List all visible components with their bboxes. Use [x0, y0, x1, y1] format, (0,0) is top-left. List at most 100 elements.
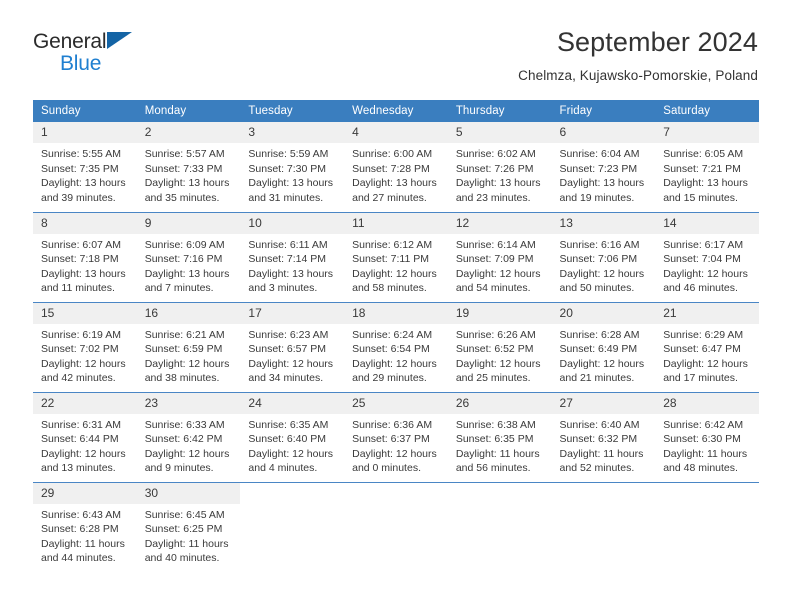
calendar-cell [447, 481, 552, 572]
sunrise-text: Sunrise: 6:28 AM [559, 328, 640, 341]
daylight-text-line1: Daylight: 12 hours [663, 357, 748, 370]
calendar-day-cell[interactable]: 30 Sunrise: 6:45 AM Sunset: 6:25 PM Dayligh… [136, 482, 241, 572]
calendar-day-cell[interactable]: 14 Sunrise: 6:17 AM Sunset: 7:04 PM Dayligh… [655, 212, 759, 302]
daylight-text-line2: and 34 minutes. [248, 372, 324, 385]
calendar-day-cell[interactable]: 12 Sunrise: 6:14 AM Sunset: 7:09 PM Dayligh… [447, 212, 552, 302]
daylight-text-line1: Daylight: 12 hours [455, 357, 541, 370]
day-details: Sunrise: 6:26 AM Sunset: 6:52 PM Daylight:… [448, 324, 552, 386]
day-details: Sunrise: 6:11 AM Sunset: 7:14 PM Daylight:… [240, 234, 344, 296]
calendar-day-cell[interactable]: 16 Sunrise: 6:21 AM Sunset: 6:59 PM Dayligh… [136, 302, 241, 392]
calendar-cell [240, 481, 345, 572]
sunrise-text: Sunrise: 6:35 AM [248, 418, 329, 431]
calendar-cell: 27 Sunrise: 6:40 AM Sunset: 6:32 PM Dayligh… [551, 391, 656, 482]
calendar-empty-cell [655, 482, 759, 572]
daylight-text-line1: Daylight: 13 hours [559, 177, 645, 190]
sunrise-text: Sunrise: 6:11 AM [248, 238, 328, 251]
calendar-day-cell[interactable]: 23 Sunrise: 6:33 AM Sunset: 6:42 PM Dayligh… [136, 392, 241, 482]
sunrise-text: Sunrise: 6:33 AM [144, 418, 225, 431]
calendar-day-cell[interactable]: 18 Sunrise: 6:24 AM Sunset: 6:54 PM Dayligh… [344, 302, 448, 392]
daylight-text-line1: Daylight: 13 hours [663, 177, 748, 190]
daylight-text-line1: Daylight: 12 hours [248, 447, 334, 460]
general-blue-logo[interactable]: General Blue [33, 26, 145, 75]
day-number: 19 [447, 302, 552, 324]
daylight-text-line1: Daylight: 13 hours [41, 267, 126, 280]
calendar-day-cell[interactable]: 13 Sunrise: 6:16 AM Sunset: 7:06 PM Dayligh… [551, 212, 656, 302]
calendar-day-cell[interactable]: 9 Sunrise: 6:09 AM Sunset: 7:16 PM Daylight… [136, 212, 241, 302]
page-subtitle: Chelmza, Kujawsko-Pomorskie, Poland [518, 68, 758, 83]
calendar-day-cell[interactable]: 19 Sunrise: 6:26 AM Sunset: 6:52 PM Dayligh… [447, 302, 552, 392]
calendar-day-cell[interactable]: 7 Sunrise: 6:05 AM Sunset: 7:21 PM Daylight… [655, 122, 759, 212]
day-details: Sunrise: 6:43 AM Sunset: 6:28 PM Daylight:… [33, 504, 137, 566]
calendar-day-cell[interactable]: 27 Sunrise: 6:40 AM Sunset: 6:32 PM Dayligh… [551, 392, 656, 482]
day-details: Sunrise: 6:23 AM Sunset: 6:57 PM Daylight:… [240, 324, 344, 386]
day-details: Sunrise: 6:07 AM Sunset: 7:18 PM Daylight:… [33, 234, 137, 296]
day-details: Sunrise: 6:02 AM Sunset: 7:26 PM Daylight:… [448, 143, 552, 205]
calendar-cell: 23 Sunrise: 6:33 AM Sunset: 6:42 PM Dayligh… [136, 391, 241, 482]
sunrise-text: Sunrise: 5:57 AM [144, 148, 225, 160]
sunset-text: Sunset: 6:42 PM [144, 433, 223, 446]
sunset-text: Sunset: 7:18 PM [41, 253, 119, 266]
sunrise-text: Sunrise: 6:43 AM [41, 508, 121, 521]
day-details: Sunrise: 6:21 AM Sunset: 6:59 PM Daylight:… [137, 324, 241, 386]
daylight-text-line2: and 0 minutes. [352, 462, 421, 475]
daylight-text-line2: and 38 minutes. [144, 372, 220, 385]
sunset-text: Sunset: 7:04 PM [663, 253, 741, 266]
calendar-day-cell[interactable]: 2 Sunrise: 5:57 AM Sunset: 7:33 PM Daylight… [136, 122, 241, 212]
day-number: 10 [240, 212, 345, 234]
daylight-text-line2: and 4 minutes. [248, 462, 318, 475]
calendar-day-cell[interactable]: 25 Sunrise: 6:36 AM Sunset: 6:37 PM Dayligh… [344, 392, 448, 482]
day-details: Sunrise: 6:04 AM Sunset: 7:23 PM Daylight:… [552, 143, 656, 205]
day-number: 11 [344, 212, 448, 234]
daylight-text-line2: and 21 minutes. [559, 372, 635, 385]
daylight-text-line2: and 40 minutes. [144, 552, 220, 565]
daylight-text-line2: and 27 minutes. [352, 191, 427, 204]
sunrise-text: Sunrise: 5:59 AM [248, 148, 329, 160]
calendar-cell: 24 Sunrise: 6:35 AM Sunset: 6:40 PM Dayligh… [240, 391, 345, 482]
weekday-header-row: Sunday Monday Tuesday Wednesday Thursday… [33, 100, 759, 122]
calendar-day-cell[interactable]: 26 Sunrise: 6:38 AM Sunset: 6:35 PM Dayligh… [447, 392, 552, 482]
calendar-day-cell[interactable]: 11 Sunrise: 6:12 AM Sunset: 7:11 PM Dayligh… [344, 212, 448, 302]
calendar-day-cell[interactable]: 17 Sunrise: 6:23 AM Sunset: 6:57 PM Dayligh… [240, 302, 345, 392]
day-number: 2 [136, 122, 241, 143]
calendar-day-cell[interactable]: 1 Sunrise: 5:55 AM Sunset: 7:35 PM Daylight… [33, 122, 137, 212]
daylight-text-line1: Daylight: 12 hours [41, 357, 126, 370]
calendar-day-cell[interactable]: 3 Sunrise: 5:59 AM Sunset: 7:30 PM Daylight… [240, 122, 345, 212]
sunset-text: Sunset: 6:30 PM [663, 433, 741, 446]
calendar-cell: 20 Sunrise: 6:28 AM Sunset: 6:49 PM Dayligh… [551, 301, 656, 392]
calendar-day-cell[interactable]: 15 Sunrise: 6:19 AM Sunset: 7:02 PM Dayligh… [33, 302, 137, 392]
page-title: September 2024 [556, 27, 758, 57]
day-details: Sunrise: 6:16 AM Sunset: 7:06 PM Daylight:… [552, 234, 656, 296]
day-details: Sunrise: 6:19 AM Sunset: 7:02 PM Daylight:… [33, 324, 137, 386]
calendar-day-cell[interactable]: 28 Sunrise: 6:42 AM Sunset: 6:30 PM Dayligh… [655, 392, 759, 482]
sunrise-sunset-calendar: Sunday Monday Tuesday Wednesday Thursday… [33, 100, 759, 572]
calendar-empty-cell [447, 482, 552, 572]
daylight-text-line2: and 48 minutes. [663, 462, 738, 475]
sunrise-text: Sunrise: 6:12 AM [352, 238, 433, 251]
daylight-text-line1: Daylight: 12 hours [559, 357, 645, 370]
calendar-day-cell[interactable]: 20 Sunrise: 6:28 AM Sunset: 6:49 PM Dayligh… [551, 302, 656, 392]
title-block: September 2024 Chelmza, Kujawsko-Pomorsk… [518, 26, 759, 86]
calendar-day-cell[interactable]: 29 Sunrise: 6:43 AM Sunset: 6:28 PM Dayligh… [33, 482, 137, 572]
daylight-text-line1: Daylight: 13 hours [144, 267, 230, 280]
sunset-text: Sunset: 7:35 PM [41, 162, 119, 175]
calendar-day-cell[interactable]: 24 Sunrise: 6:35 AM Sunset: 6:40 PM Dayligh… [240, 392, 345, 482]
daylight-text-line1: Daylight: 13 hours [248, 177, 334, 190]
calendar-day-cell[interactable]: 8 Sunrise: 6:07 AM Sunset: 7:18 PM Daylight… [33, 212, 137, 302]
day-details: Sunrise: 6:31 AM Sunset: 6:44 PM Daylight:… [33, 414, 137, 476]
sunrise-text: Sunrise: 6:05 AM [663, 148, 744, 160]
day-number: 29 [33, 482, 137, 504]
sunset-text: Sunset: 7:21 PM [663, 162, 741, 175]
calendar-day-cell[interactable]: 6 Sunrise: 6:04 AM Sunset: 7:23 PM Daylight… [551, 122, 656, 212]
calendar-day-cell[interactable]: 4 Sunrise: 6:00 AM Sunset: 7:28 PM Daylight… [344, 122, 448, 212]
calendar-day-cell[interactable]: 10 Sunrise: 6:11 AM Sunset: 7:14 PM Dayligh… [240, 212, 345, 302]
calendar-day-cell[interactable]: 5 Sunrise: 6:02 AM Sunset: 7:26 PM Daylight… [447, 122, 552, 212]
daylight-text-line1: Daylight: 13 hours [248, 267, 334, 280]
sunrise-text: Sunrise: 5:55 AM [41, 148, 121, 160]
calendar-cell: 26 Sunrise: 6:38 AM Sunset: 6:35 PM Dayligh… [447, 391, 552, 482]
calendar-day-cell[interactable]: 22 Sunrise: 6:31 AM Sunset: 6:44 PM Dayligh… [33, 392, 137, 482]
daylight-text-line2: and 29 minutes. [352, 372, 427, 385]
daylight-text-line1: Daylight: 12 hours [248, 357, 334, 370]
sunrise-text: Sunrise: 6:07 AM [41, 238, 121, 251]
daylight-text-line2: and 52 minutes. [559, 462, 635, 475]
calendar-day-cell[interactable]: 21 Sunrise: 6:29 AM Sunset: 6:47 PM Dayligh… [655, 302, 759, 392]
